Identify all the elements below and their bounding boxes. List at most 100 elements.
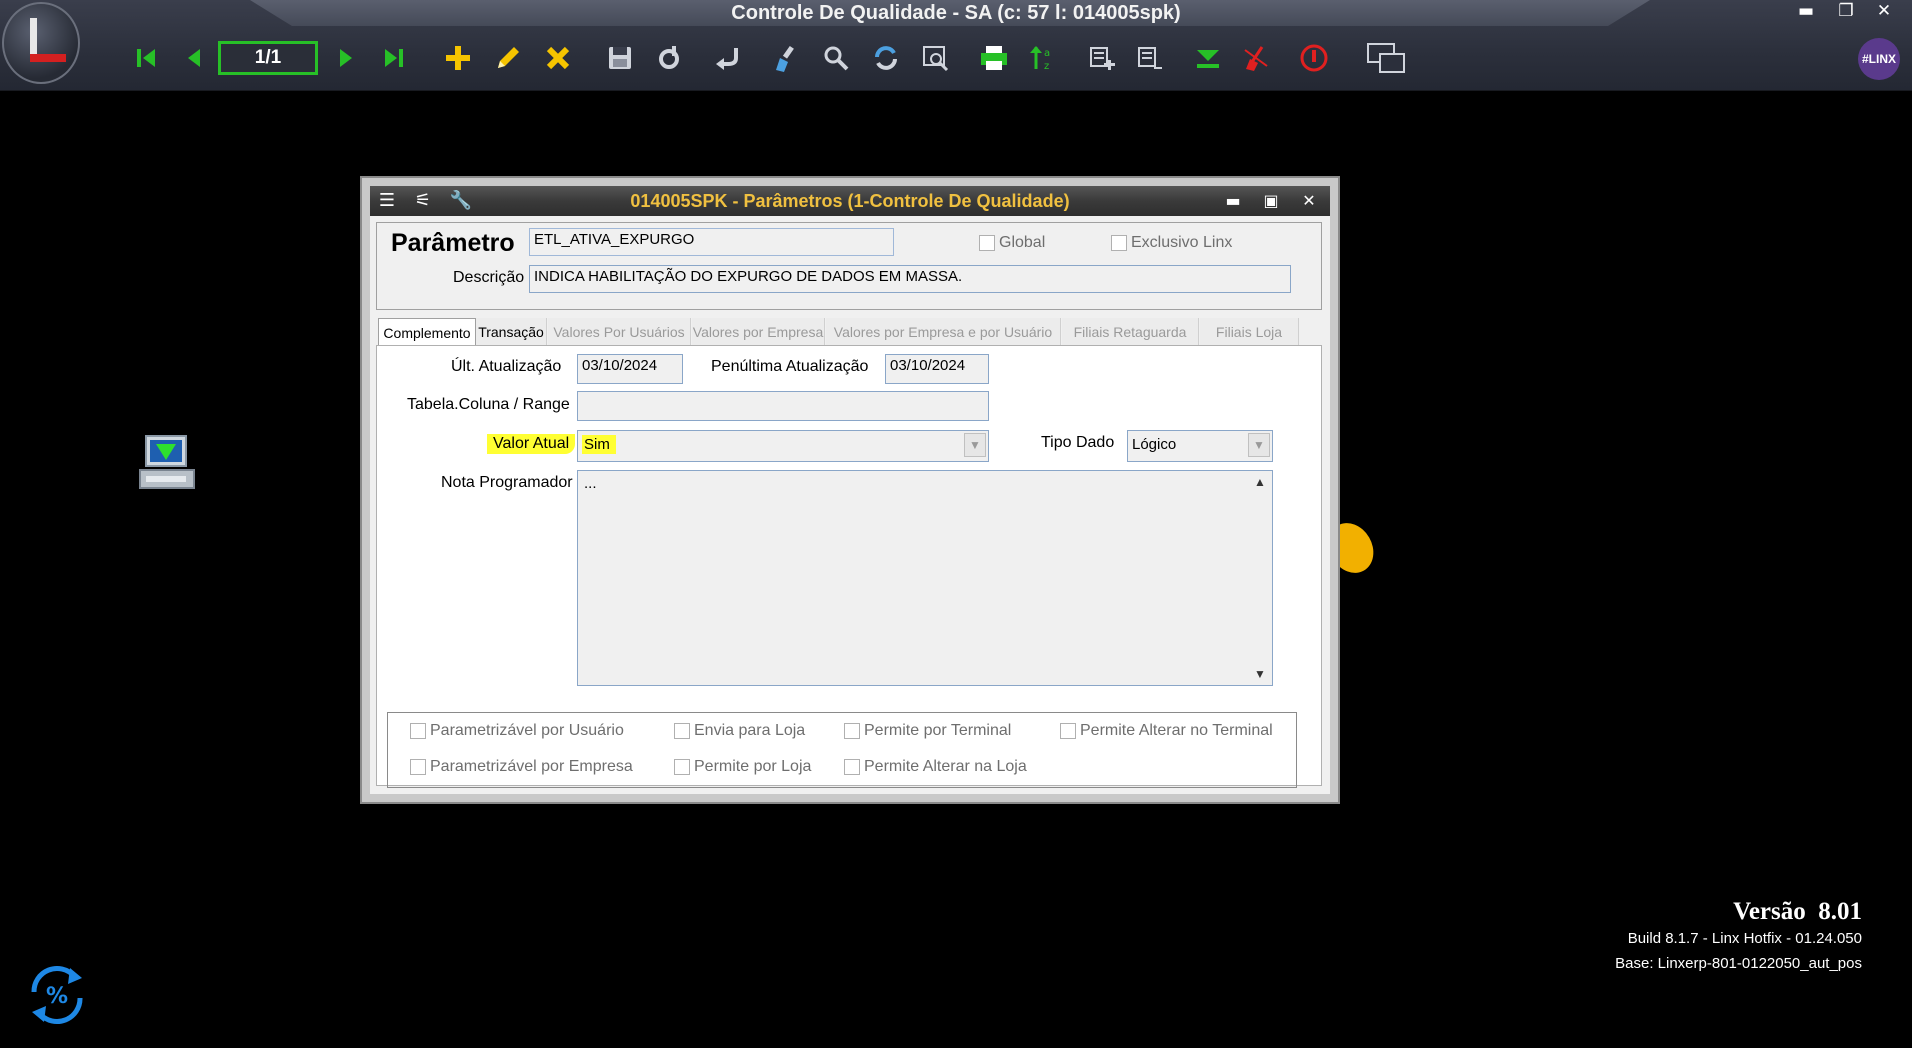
tipo-dado-label: Tipo Dado [1041,434,1115,451]
valor-atual-combo[interactable]: Sim ▼ [577,430,989,462]
parametrizavel-empresa-checkbox[interactable] [410,759,426,775]
cancel-broom-icon[interactable] [1238,40,1274,76]
nota-programador-label: Nota Programador [441,474,573,491]
dialog-maximize-button[interactable]: ▣ [1258,189,1284,213]
stop-icon[interactable] [1296,40,1332,76]
last-record-icon[interactable] [376,40,412,76]
first-record-icon[interactable] [128,40,164,76]
list-icon[interactable] [1132,40,1168,76]
tab-valores-por-empresa-e-usuario[interactable]: Valores por Empresa e por Usuário [826,318,1061,346]
parametrizavel-empresa-label: Parametrizável por Empresa [430,758,633,775]
tipo-dado-combo[interactable]: Lógico ▼ [1127,430,1273,462]
exclusivo-linx-checkbox[interactable] [1111,235,1127,251]
valor-atual-value: Sim [582,435,616,454]
search-window-icon[interactable] [918,40,954,76]
dialog-body: Parâmetro ETL_ATIVA_EXPURGO Global Exclu… [370,216,1330,794]
parametro-label: Parâmetro [391,229,515,257]
wrench-icon[interactable]: 🔧 [448,189,474,213]
parametrizavel-usuario-checkbox[interactable] [410,723,426,739]
svg-text:a: a [1044,48,1050,59]
base-info: Base: Linxerp-801-0122050_aut_pos [1615,955,1862,972]
envia-para-loja-checkbox[interactable] [674,723,690,739]
clear-brush-icon[interactable] [768,40,804,76]
scroll-down-icon[interactable]: ▼ [1250,667,1270,681]
tabela-coluna-field[interactable] [577,391,989,421]
tabela-coluna-label: Tabela.Coluna / Range [407,396,570,413]
nota-programador-textarea[interactable]: ... ▲ ▼ [577,470,1273,686]
flags-group: Parametrizável por Usuário Envia para Lo… [387,712,1297,788]
permite-por-loja-label: Permite por Loja [694,758,812,775]
permite-alterar-terminal-checkbox[interactable] [1060,723,1076,739]
print-icon[interactable] [976,40,1012,76]
dialog-title-bar[interactable]: 014005SPK - Parâmetros (1-Controle De Qu… [370,186,1330,216]
undo-icon[interactable] [710,40,746,76]
permite-terminal-checkbox[interactable] [844,723,860,739]
linx-badge[interactable]: #LINX [1858,38,1900,80]
global-label: Global [999,234,1046,251]
multi-window-icon[interactable] [1364,40,1408,76]
permite-alterar-loja-checkbox[interactable] [844,759,860,775]
chevron-down-icon[interactable]: ▼ [964,433,986,457]
app-title: Controle De Qualidade - SA (c: 57 l: 014… [731,2,1181,24]
complemento-tab-page: Últ. Atualização 03/10/2024 Penúltima At… [376,345,1322,788]
save-icon[interactable] [602,40,638,76]
hierarchy-icon[interactable]: ⚟ [410,189,436,213]
scrollbar[interactable]: ▲ ▼ [1250,473,1270,683]
nota-programador-value: ... [584,475,597,492]
tab-valores-por-empresa[interactable]: Valores por Empresa [692,318,825,346]
valor-atual-label: Valor Atual [487,434,576,454]
tab-filiais-loja[interactable]: Filiais Loja [1200,318,1299,346]
penultima-atualizacao-field[interactable]: 03/10/2024 [885,354,989,384]
sort-icon[interactable]: az [1024,40,1060,76]
parametro-field[interactable]: ETL_ATIVA_EXPURGO [529,228,894,256]
app-logo-icon[interactable] [2,2,80,84]
window-minimize-button[interactable]: ▬ [1790,0,1822,22]
dialog-minimize-button[interactable]: ▬ [1220,189,1246,213]
delete-icon[interactable] [540,40,576,76]
dialog-close-button[interactable]: ✕ [1296,189,1322,213]
sync-percent-icon[interactable]: % [24,962,90,1028]
search-icon[interactable] [818,40,854,76]
list-add-icon[interactable] [1084,40,1120,76]
permite-terminal-label: Permite por Terminal [864,722,1012,739]
permite-alterar-terminal-label: Permite Alterar no Terminal [1080,722,1273,739]
version-title: Versão 8.01 [1733,898,1862,925]
window-close-button[interactable]: ✕ [1868,0,1900,22]
main-toolbar: Controle De Qualidade - SA (c: 57 l: 014… [0,0,1912,91]
window-restore-button[interactable]: ❐ [1830,0,1862,22]
exclusivo-linx-label: Exclusivo Linx [1131,234,1233,251]
refresh-icon[interactable] [868,40,904,76]
previous-record-icon[interactable] [176,40,212,76]
expand-down-icon[interactable] [1190,40,1226,76]
tab-complemento[interactable]: Complemento [378,318,476,347]
tab-strip: Complemento Transação Valores Por Usuári… [376,318,1322,347]
tab-filiais-retaguarda[interactable]: Filiais Retaguarda [1062,318,1199,346]
version-info: Versão 8.01 Build 8.1.7 - Linx Hotfix - … [1615,898,1862,976]
add-icon[interactable] [440,40,476,76]
envia-para-loja-label: Envia para Loja [694,722,806,739]
tab-valores-por-usuarios[interactable]: Valores Por Usuários [548,318,691,346]
menu-list-icon[interactable]: ☰ [374,189,400,213]
ult-atualizacao-label: Últ. Atualização [451,358,562,375]
tab-transacao[interactable]: Transação [476,318,547,346]
download-computer-icon[interactable] [138,434,196,494]
permite-por-loja-checkbox[interactable] [674,759,690,775]
global-checkbox[interactable] [979,235,995,251]
penultima-atualizacao-label: Penúltima Atualização [711,358,869,375]
parametros-dialog: 014005SPK - Parâmetros (1-Controle De Qu… [360,176,1340,804]
svg-text:%: % [46,984,68,1009]
gear-refresh-icon[interactable] [652,40,688,76]
record-position-field[interactable]: 1/1 [218,41,318,75]
permite-alterar-loja-label: Permite Alterar na Loja [864,758,1027,775]
ult-atualizacao-field[interactable]: 03/10/2024 [577,354,683,384]
descricao-field[interactable]: INDICA HABILITAÇÃO DO EXPURGO DE DADOS E… [529,265,1291,293]
build-info: Build 8.1.7 - Linx Hotfix - 01.24.050 [1627,930,1862,947]
scroll-up-icon[interactable]: ▲ [1250,475,1270,489]
edit-pencil-icon[interactable] [490,40,526,76]
parameter-panel: Parâmetro ETL_ATIVA_EXPURGO Global Exclu… [376,222,1322,310]
tipo-dado-value: Lógico [1132,436,1177,453]
next-record-icon[interactable] [328,40,364,76]
chevron-down-icon[interactable]: ▼ [1248,433,1270,457]
descricao-label: Descrição [453,269,525,286]
svg-text:z: z [1044,61,1049,72]
